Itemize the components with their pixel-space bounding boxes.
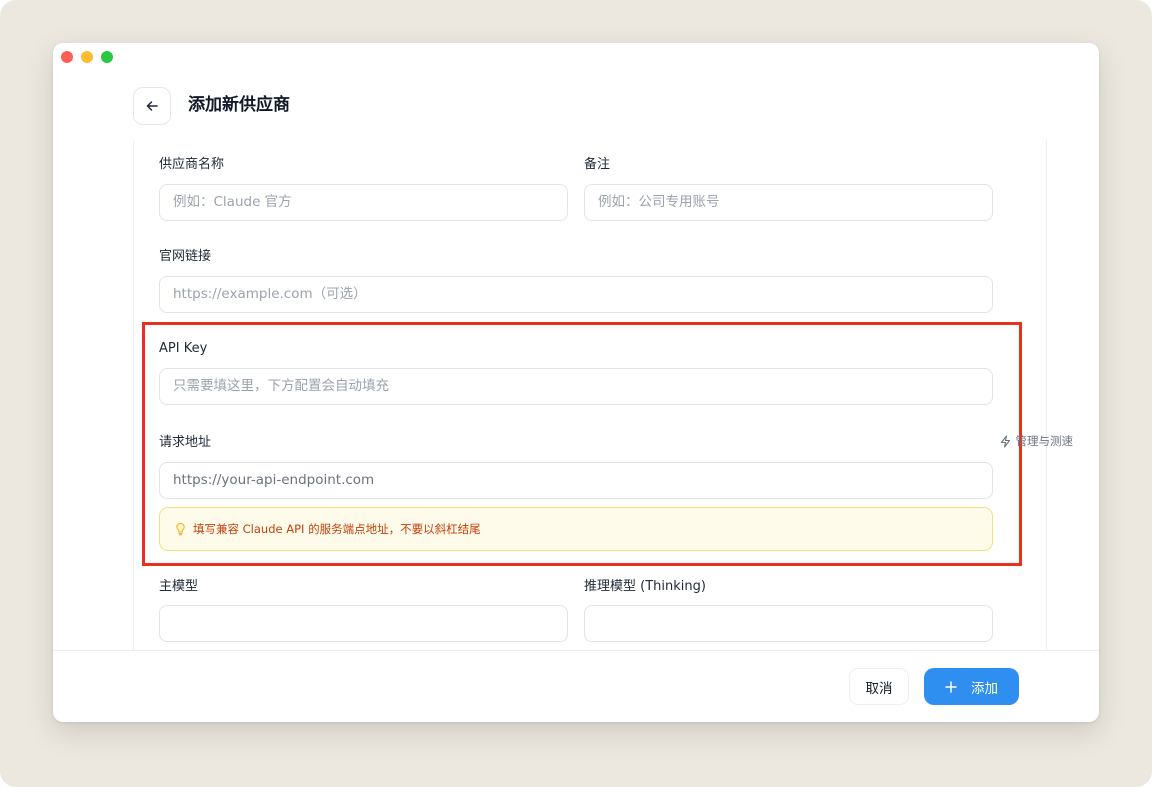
cancel-button-label: 取消 bbox=[865, 680, 893, 697]
add-button-label: 添加 bbox=[971, 680, 998, 697]
main-model-input[interactable] bbox=[159, 605, 568, 642]
lightbulb-icon bbox=[176, 522, 185, 536]
provider-name-input[interactable]: 例如：Claude 官方 bbox=[159, 184, 568, 221]
minimize-window-button[interactable] bbox=[81, 51, 93, 63]
provider-name-label: 供应商名称 bbox=[159, 157, 225, 172]
close-window-button[interactable] bbox=[61, 51, 73, 63]
endpoint-label: 请求地址 bbox=[159, 435, 212, 450]
maximize-window-button[interactable] bbox=[101, 51, 113, 63]
lightning-icon bbox=[1000, 434, 1010, 448]
arrow-left-icon bbox=[146, 101, 158, 111]
endpoint-input[interactable]: https://your-api-endpoint.com bbox=[159, 462, 993, 499]
note-input[interactable]: 例如：公司专用账号 bbox=[584, 184, 993, 221]
footer-divider bbox=[53, 650, 1099, 651]
website-input[interactable]: https://example.com（可选） bbox=[159, 276, 993, 313]
note-label: 备注 bbox=[584, 157, 611, 172]
website-label: 官网链接 bbox=[159, 249, 212, 264]
window-controls bbox=[61, 51, 113, 63]
thinking-model-label: 推理模型 (Thinking) bbox=[584, 579, 706, 594]
endpoint-tip: 填写兼容 Claude API 的服务端点地址，不要以斜杠结尾 bbox=[159, 507, 993, 551]
add-provider-window: 添加新供应商 供应商名称 例如：Claude 官方 备注 例如：公司专用账号 官… bbox=[53, 43, 1099, 722]
endpoint-tip-text: 填写兼容 Claude API 的服务端点地址，不要以斜杠结尾 bbox=[193, 522, 481, 536]
api-key-label: API Key bbox=[159, 341, 208, 356]
manage-speedtest-label: 管理与测速 bbox=[1015, 434, 1074, 448]
cancel-button[interactable]: 取消 bbox=[849, 668, 909, 705]
plus-icon bbox=[945, 680, 957, 693]
main-model-label: 主模型 bbox=[159, 579, 199, 594]
page-title: 添加新供应商 bbox=[188, 95, 290, 115]
back-button[interactable] bbox=[133, 87, 171, 125]
add-button[interactable]: 添加 bbox=[924, 668, 1019, 705]
manage-speedtest-link[interactable]: 管理与测速 bbox=[999, 433, 1074, 449]
api-key-input[interactable]: 只需要填这里，下方配置会自动填充 bbox=[159, 368, 993, 405]
thinking-model-input[interactable] bbox=[584, 605, 993, 642]
